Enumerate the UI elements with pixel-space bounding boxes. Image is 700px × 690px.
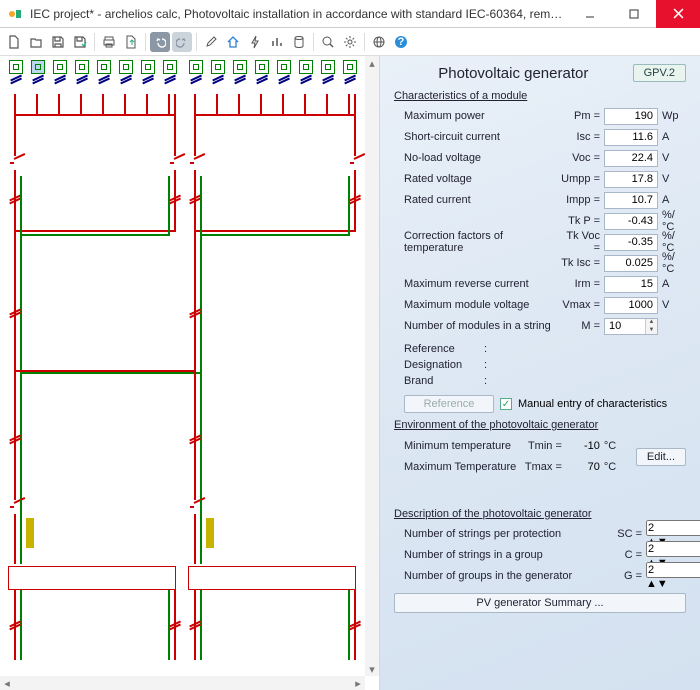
vertical-scrollbar[interactable]: ▴ ▾ bbox=[365, 56, 379, 676]
c-label: Number of strings in a group bbox=[394, 549, 608, 561]
save-as-icon[interactable] bbox=[70, 32, 90, 52]
maximize-button[interactable] bbox=[612, 0, 656, 28]
svg-text:?: ? bbox=[398, 36, 405, 48]
tkisc-input[interactable] bbox=[604, 255, 658, 272]
pm-label: Maximum power bbox=[394, 110, 558, 122]
redo-icon[interactable] bbox=[172, 32, 192, 52]
titlebar: IEC project* - archelios calc, Photovolt… bbox=[0, 0, 700, 28]
tkp-input[interactable] bbox=[604, 213, 658, 230]
generator-id-button[interactable]: GPV.2 bbox=[633, 64, 686, 82]
pv-summary-button[interactable]: PV generator Summary ... bbox=[394, 593, 686, 613]
impp-input[interactable] bbox=[604, 192, 658, 209]
panel-title: Photovoltaic generator bbox=[394, 65, 633, 82]
g-input[interactable] bbox=[646, 562, 700, 578]
g-label: Number of groups in the generator bbox=[394, 570, 608, 582]
g-spin-up[interactable]: ▲ bbox=[646, 578, 657, 590]
toolbar: ? bbox=[0, 28, 700, 56]
m-spin-up[interactable]: ▲ bbox=[645, 319, 657, 327]
manual-entry-label: Manual entry of characteristics bbox=[518, 398, 667, 410]
app-icon bbox=[6, 5, 24, 23]
tkvoc-input[interactable] bbox=[604, 234, 658, 251]
help-icon[interactable]: ? bbox=[391, 32, 411, 52]
brand-label: Brand bbox=[404, 375, 484, 387]
search-icon[interactable] bbox=[318, 32, 338, 52]
database-icon[interactable] bbox=[289, 32, 309, 52]
section-characteristics: Characteristics of a module bbox=[394, 90, 686, 102]
irm-input[interactable] bbox=[604, 276, 658, 293]
irm-label: Maximum reverse current bbox=[394, 278, 558, 290]
c-input[interactable] bbox=[646, 541, 700, 557]
corr-label: Correction factors of temperature bbox=[394, 230, 558, 254]
designation-label: Designation bbox=[404, 359, 484, 371]
isc-input[interactable] bbox=[604, 129, 658, 146]
manual-entry-checkbox[interactable]: ✓ bbox=[500, 398, 512, 410]
m-spin-down[interactable]: ▼ bbox=[645, 326, 657, 334]
g-spin-down[interactable]: ▼ bbox=[657, 578, 668, 590]
voc-label: No-load voltage bbox=[394, 152, 558, 164]
save-icon[interactable] bbox=[48, 32, 68, 52]
scroll-left-icon[interactable]: ◂ bbox=[0, 676, 14, 690]
print-icon[interactable] bbox=[99, 32, 119, 52]
reference-label: Reference bbox=[404, 343, 484, 355]
minimize-button[interactable] bbox=[568, 0, 612, 28]
section-environment: Environment of the photovoltaic generato… bbox=[394, 419, 686, 431]
scroll-up-icon[interactable]: ▴ bbox=[365, 56, 379, 70]
pm-input[interactable] bbox=[604, 108, 658, 125]
tmin-label: Minimum temperature bbox=[394, 440, 520, 452]
umpp-input[interactable] bbox=[604, 171, 658, 188]
sc-input[interactable] bbox=[646, 520, 700, 536]
edit-icon[interactable] bbox=[201, 32, 221, 52]
horizontal-scrollbar[interactable]: ◂ ▸ bbox=[0, 676, 365, 690]
sc-label: Number of strings per protection bbox=[394, 528, 608, 540]
reference-button[interactable]: Reference bbox=[404, 395, 494, 413]
section-description: Description of the photovoltaic generato… bbox=[394, 508, 686, 520]
edit-environment-button[interactable]: Edit... bbox=[636, 448, 686, 466]
impp-label: Rated current bbox=[394, 194, 558, 206]
vmax-label: Maximum module voltage bbox=[394, 299, 558, 311]
umpp-label: Rated voltage bbox=[394, 173, 558, 185]
isc-label: Short-circuit current bbox=[394, 131, 558, 143]
export-icon[interactable] bbox=[121, 32, 141, 52]
close-button[interactable] bbox=[656, 0, 700, 28]
voc-input[interactable] bbox=[604, 150, 658, 167]
vmax-input[interactable] bbox=[604, 297, 658, 314]
tmax-label: Maximum Temperature bbox=[394, 461, 520, 473]
chart-icon[interactable] bbox=[267, 32, 287, 52]
undo-icon[interactable] bbox=[150, 32, 170, 52]
schematic-canvas[interactable]: ▴ ▾ ◂ ▸ bbox=[0, 56, 380, 690]
gear-icon[interactable] bbox=[340, 32, 360, 52]
open-icon[interactable] bbox=[26, 32, 46, 52]
scroll-right-icon[interactable]: ▸ bbox=[351, 676, 365, 690]
window-title: IEC project* - archelios calc, Photovolt… bbox=[30, 7, 568, 21]
scroll-down-icon[interactable]: ▾ bbox=[365, 662, 379, 676]
globe-icon[interactable] bbox=[369, 32, 389, 52]
bolt-icon[interactable] bbox=[245, 32, 265, 52]
properties-panel: Photovoltaic generator GPV.2 Characteris… bbox=[380, 56, 700, 690]
new-icon[interactable] bbox=[4, 32, 24, 52]
home-icon[interactable] bbox=[223, 32, 243, 52]
m-label: Number of modules in a string bbox=[394, 320, 558, 332]
